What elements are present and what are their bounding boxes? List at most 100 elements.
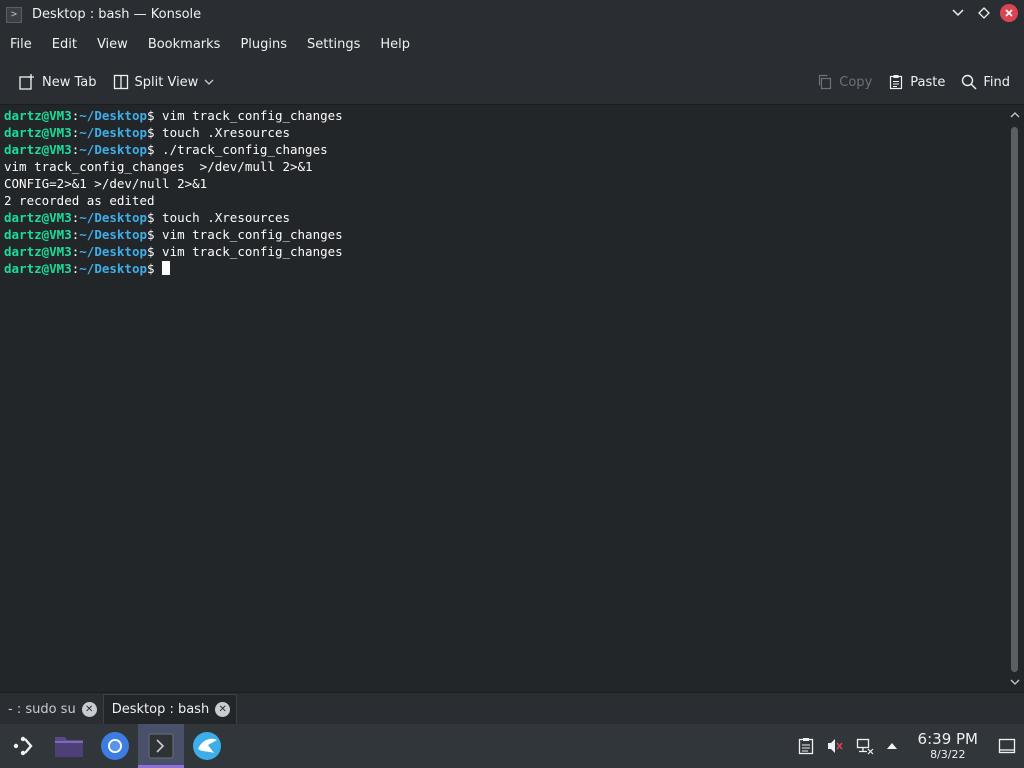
toolbar: New Tab Split View Copy Paste Find: [0, 60, 1024, 105]
prompt-user: dartz@VM3: [4, 142, 72, 157]
prompt-dollar: $: [147, 227, 155, 242]
menu-view[interactable]: View: [87, 29, 138, 60]
digital-clock[interactable]: 6:39 PM 8/3/22: [918, 731, 978, 762]
terminal-output-line: vim track_config_changes >/dev/mull 2>&1: [4, 159, 313, 174]
tab-desktop-bash[interactable]: Desktop : bash ✕: [102, 694, 238, 724]
paste-icon: [890, 75, 903, 90]
command-text: vim track_config_changes: [154, 108, 343, 123]
file-manager-icon: [55, 737, 83, 757]
prompt-user: dartz@VM3: [4, 108, 72, 123]
krdc-button[interactable]: [184, 724, 230, 768]
paste-label: Paste: [910, 74, 946, 90]
prompt-user: dartz@VM3: [4, 244, 72, 259]
scroll-up-arrow[interactable]: [1005, 107, 1024, 123]
window-controls: [948, 3, 1018, 23]
chevron-down-icon[interactable]: [204, 79, 214, 85]
command-text: vim track_config_changes: [154, 227, 343, 242]
close-tab-icon[interactable]: ✕: [81, 701, 97, 717]
prompt-dollar: $: [147, 142, 155, 157]
title-bar: > Desktop : bash — Konsole: [0, 0, 1024, 29]
terminal-output[interactable]: dartz@VM3:~/Desktop$ vim track_config_ch…: [0, 105, 1005, 692]
split-view-button[interactable]: Split View: [105, 66, 223, 98]
new-tab-icon: [19, 74, 34, 90]
prompt-dollar: $: [147, 108, 155, 123]
menu-help[interactable]: Help: [370, 29, 420, 60]
terminal-prompt-line: dartz@VM3:~/Desktop$ ./track_config_chan…: [4, 141, 1005, 158]
close-button[interactable]: [1000, 4, 1018, 22]
text-cursor: [162, 261, 171, 275]
prompt-path: ~/Desktop: [79, 125, 147, 140]
copy-label: Copy: [839, 74, 873, 90]
menu-settings[interactable]: Settings: [297, 29, 370, 60]
terminal-scrollbar[interactable]: [1005, 105, 1024, 692]
find-label: Find: [983, 74, 1010, 90]
prompt-path: ~/Desktop: [79, 227, 147, 242]
menu-edit[interactable]: Edit: [42, 29, 87, 60]
session-tab-bar: - : sudo su ✕ Desktop : bash ✕: [0, 692, 1024, 724]
new-tab-button[interactable]: New Tab: [10, 66, 105, 98]
split-view-label: Split View: [134, 74, 199, 90]
menu-bar: File Edit View Bookmarks Plugins Setting…: [0, 29, 1024, 60]
diamond-icon: [978, 7, 990, 19]
command-text: ./track_config_changes: [154, 142, 328, 157]
system-tray: 6:39 PM 8/3/22: [798, 731, 1024, 761]
network-icon[interactable]: [856, 737, 874, 755]
command-text: [155, 261, 163, 276]
command-text: touch .Xresources: [154, 125, 290, 140]
tab-sudo-su[interactable]: - : sudo su ✕: [0, 694, 103, 724]
find-button[interactable]: Find: [953, 66, 1018, 98]
clock-date: 8/3/22: [930, 748, 966, 761]
clipboard-icon[interactable]: [798, 737, 814, 755]
close-icon: [1005, 9, 1013, 17]
prompt-path: ~/Desktop: [79, 210, 147, 225]
chevron-up-icon: [1010, 112, 1019, 118]
copy-icon: [819, 74, 832, 90]
menu-file[interactable]: File: [0, 29, 42, 60]
volume-muted-icon[interactable]: [826, 737, 844, 755]
show-desktop-icon[interactable]: [998, 737, 1016, 755]
prompt-user: dartz@VM3: [4, 261, 72, 276]
scroll-down-arrow[interactable]: [1005, 674, 1024, 690]
prompt-dollar: $: [147, 261, 155, 276]
paste-button[interactable]: Paste: [880, 66, 953, 98]
chromium-icon: [101, 732, 129, 760]
maximize-button[interactable]: [974, 3, 994, 23]
application-launcher-icon: [13, 736, 33, 756]
prompt-path: ~/Desktop: [79, 108, 147, 123]
tab-label: Desktop : bash: [111, 702, 210, 717]
terminal-output-line: CONFIG=2>&1 >/dev/null 2>&1: [4, 176, 208, 191]
konsole-app-icon[interactable]: >: [6, 6, 22, 23]
prompt-dollar: $: [147, 125, 155, 140]
prompt-dollar: $: [147, 244, 155, 259]
window-title: Desktop : bash — Konsole: [32, 7, 202, 22]
chromium-button[interactable]: [92, 724, 138, 768]
menu-bookmarks[interactable]: Bookmarks: [138, 29, 231, 60]
minimize-button[interactable]: [948, 3, 968, 23]
tab-label: - : sudo su: [8, 701, 76, 717]
copy-button[interactable]: Copy: [809, 66, 880, 98]
close-tab-icon[interactable]: ✕: [215, 702, 231, 717]
krdc-icon: [193, 732, 221, 760]
search-icon: [962, 74, 977, 90]
chevron-down-icon: [952, 9, 964, 17]
terminal-prompt-line: dartz@VM3:~/Desktop$ vim track_config_ch…: [4, 226, 1005, 243]
menu-plugins[interactable]: Plugins: [230, 29, 297, 60]
file-manager-button[interactable]: [46, 724, 92, 768]
prompt-user: dartz@VM3: [4, 210, 72, 225]
prompt-user: dartz@VM3: [4, 227, 72, 242]
terminal-prompt-line: dartz@VM3:~/Desktop$ touch .Xresources: [4, 124, 1005, 141]
new-tab-label: New Tab: [42, 74, 97, 90]
prompt-dollar: $: [147, 210, 155, 225]
terminal-prompt-line: dartz@VM3:~/Desktop$ touch .Xresources: [4, 209, 1005, 226]
konsole-icon: [148, 733, 174, 759]
application-launcher-button[interactable]: [0, 724, 46, 768]
konsole-task-button[interactable]: [138, 724, 184, 768]
expand-tray-icon[interactable]: [886, 742, 898, 750]
prompt-user: dartz@VM3: [4, 125, 72, 140]
scroll-thumb[interactable]: [1011, 127, 1018, 672]
prompt-path: ~/Desktop: [79, 142, 147, 157]
prompt-path: ~/Desktop: [79, 244, 147, 259]
taskbar: 6:39 PM 8/3/22: [0, 724, 1024, 768]
terminal-prompt-line: dartz@VM3:~/Desktop$ vim track_config_ch…: [4, 243, 1005, 260]
terminal-prompt-line: dartz@VM3:~/Desktop$ vim track_config_ch…: [4, 107, 1005, 124]
